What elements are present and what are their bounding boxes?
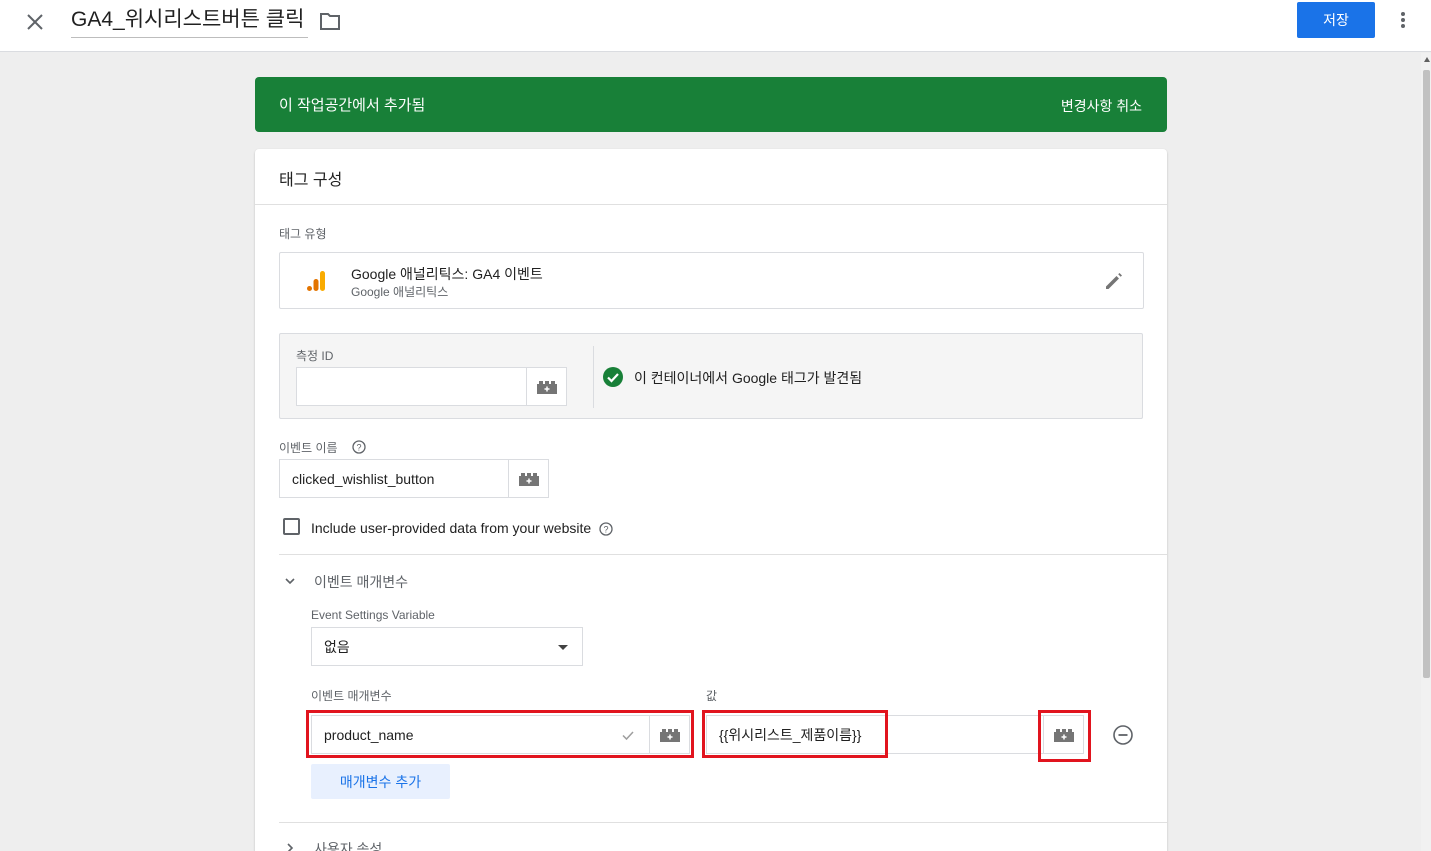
tag-name: GA4_위시리스트버튼 클릭 [71, 8, 305, 31]
param-column-label: 이벤트 매개변수 [311, 689, 392, 703]
variable-picker-button[interactable] [526, 367, 567, 406]
include-user-data-label: Include user-provided data from your web… [311, 520, 592, 536]
edit-pencil-icon[interactable] [1103, 270, 1125, 292]
settings-variable-label: Event Settings Variable [311, 608, 435, 622]
divider [593, 346, 594, 408]
dropdown-arrow-icon [558, 645, 568, 650]
tag-type-label: 태그 유형 [279, 227, 327, 241]
scrollbar-thumb[interactable] [1423, 70, 1430, 678]
help-icon[interactable]: ? [352, 440, 366, 454]
lego-block-icon [1053, 728, 1074, 742]
google-tag-found-text: 이 컨테이너에서 Google 태그가 발견됨 [634, 370, 863, 386]
chevron-down-icon[interactable] [284, 574, 296, 586]
top-bar: GA4_위시리스트버튼 클릭 저장 [0, 0, 1431, 52]
value-column-label: 값 [706, 689, 718, 703]
check-circle-icon [602, 366, 624, 388]
banner-text: 이 작업공간에서 추가됨 [279, 97, 426, 114]
lego-block-icon [518, 472, 539, 486]
help-icon[interactable]: ? [599, 522, 613, 536]
divider [279, 822, 1167, 823]
variable-picker-button[interactable] [508, 459, 549, 498]
workspace-banner: 이 작업공간에서 추가됨 변경사항 취소 [255, 77, 1167, 132]
discard-changes-link[interactable]: 변경사항 취소 [1061, 96, 1142, 116]
divider [255, 204, 1167, 205]
param-value-input[interactable]: {{위시리스트_제품이름}} [706, 715, 1043, 754]
event-name-label: 이벤트 이름 [279, 441, 338, 455]
tag-type-name: Google 애널리틱스: GA4 이벤트 [351, 266, 543, 282]
variable-picker-button[interactable] [1043, 715, 1084, 754]
remove-circle-icon[interactable] [1112, 724, 1134, 746]
lego-block-icon [536, 380, 557, 394]
variable-picker-button[interactable] [649, 715, 690, 754]
measurement-id-label: 측정 ID [296, 349, 334, 363]
svg-text:?: ? [356, 443, 361, 453]
close-icon[interactable] [20, 8, 50, 38]
param-name-input[interactable]: product_name [311, 715, 649, 754]
scroll-up-arrow-icon[interactable] [1424, 57, 1430, 62]
save-button[interactable]: 저장 [1297, 2, 1375, 38]
chevron-right-icon[interactable] [284, 841, 296, 851]
divider [279, 554, 1167, 555]
measurement-id-input[interactable] [296, 367, 526, 406]
measurement-id-panel: 측정 ID 이 컨테이너에서 Google 태그가 발견됨 [279, 333, 1143, 419]
settings-variable-select[interactable]: 없음 [311, 627, 583, 666]
add-parameter-button[interactable]: 매개변수 추가 [311, 764, 450, 799]
event-params-section-title[interactable]: 이벤트 매개변수 [314, 572, 408, 592]
check-icon [621, 728, 635, 742]
tag-config-card: 태그 구성 태그 유형 Google 애널리틱스: GA4 이벤트 Google… [255, 149, 1167, 851]
svg-text:?: ? [603, 525, 608, 535]
tag-type-subtitle: Google 애널리틱스 [351, 285, 449, 299]
tag-type-selector[interactable]: Google 애널리틱스: GA4 이벤트 Google 애널리틱스 [279, 252, 1144, 309]
lego-block-icon [659, 728, 680, 742]
event-name-input[interactable]: clicked_wishlist_button [279, 459, 509, 498]
settings-variable-value: 없음 [324, 638, 350, 655]
folder-icon[interactable] [318, 10, 342, 32]
more-vert-icon[interactable] [1393, 6, 1413, 34]
google-analytics-icon [306, 269, 328, 293]
card-title: 태그 구성 [279, 172, 343, 189]
tag-name-field[interactable]: GA4_위시리스트버튼 클릭 [71, 6, 309, 38]
user-props-section-title[interactable]: 사용자 속성 [314, 839, 382, 851]
include-user-data-checkbox[interactable] [283, 518, 300, 535]
